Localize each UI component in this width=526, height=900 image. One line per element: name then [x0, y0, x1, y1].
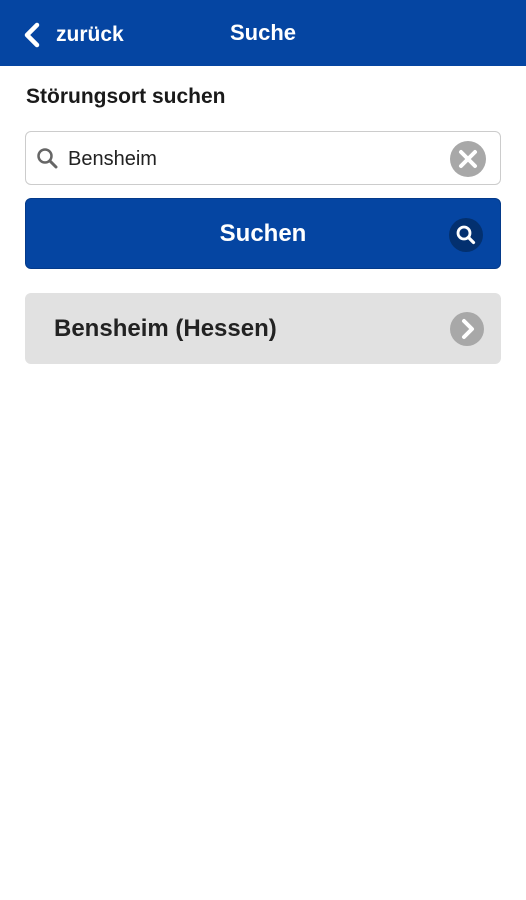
search-button-label: Suchen — [219, 220, 307, 247]
search-button[interactable]: Suchen — [25, 198, 501, 269]
search-field[interactable] — [25, 131, 501, 185]
page-title: Suche — [229, 20, 297, 45]
result-item[interactable]: Bensheim (Hessen) — [25, 293, 501, 364]
result-label: Bensheim (Hessen) — [54, 315, 277, 342]
chevron-right-icon — [450, 312, 484, 346]
header-bar: zurück Suche — [0, 0, 526, 66]
search-icon — [37, 148, 58, 169]
search-input[interactable] — [68, 141, 438, 177]
search-section-label: Störungsort suchen — [26, 85, 226, 108]
clear-icon[interactable] — [449, 140, 487, 178]
search-icon — [449, 218, 483, 252]
